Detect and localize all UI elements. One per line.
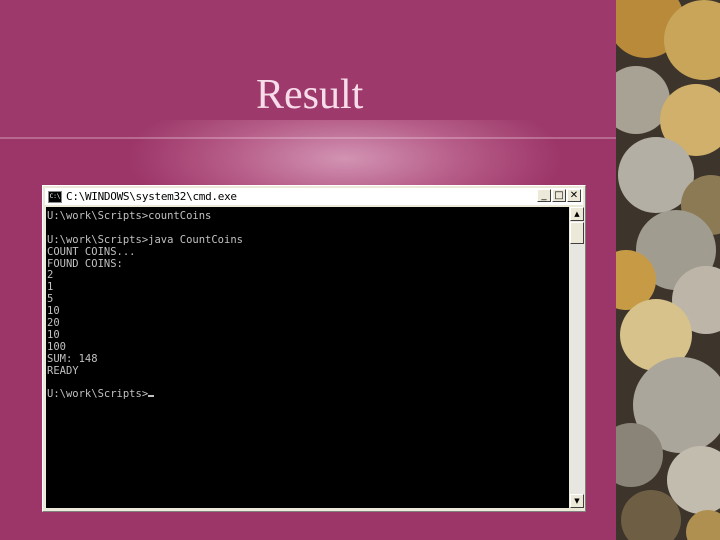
console-line: U:\work\Scripts> bbox=[47, 388, 569, 401]
console-line: U:\work\Scripts>java CountCoins bbox=[47, 233, 243, 246]
text-cursor bbox=[148, 395, 155, 398]
window-title: C:\WINDOWS\system32\cmd.exe bbox=[66, 190, 237, 203]
scroll-down-arrow-icon[interactable]: ▼ bbox=[570, 494, 584, 508]
coins-image bbox=[616, 0, 720, 540]
console-line: SUM: 148 bbox=[47, 352, 98, 365]
window-titlebar[interactable]: C:\ C:\WINDOWS\system32\cmd.exe _ □ ✕ bbox=[45, 188, 583, 205]
console-line: 10 bbox=[47, 305, 60, 318]
close-button[interactable]: ✕ bbox=[567, 189, 581, 202]
console-text: U:\work\Scripts>countCoins U:\work\Script… bbox=[46, 207, 569, 401]
console-line: U:\work\Scripts>countCoins bbox=[47, 210, 212, 222]
console-output[interactable]: U:\work\Scripts>countCoins U:\work\Script… bbox=[46, 207, 569, 508]
scrollbar-thumb[interactable] bbox=[570, 222, 584, 244]
console-line: 1 bbox=[47, 281, 54, 294]
console-line: 100 bbox=[47, 340, 66, 353]
console-line: FOUND COINS: bbox=[47, 257, 123, 270]
console-line: 10 bbox=[47, 328, 60, 341]
console-line: READY bbox=[47, 364, 79, 377]
console-line: 2 bbox=[47, 269, 54, 282]
vertical-scrollbar[interactable]: ▲ ▼ bbox=[570, 207, 584, 508]
maximize-button[interactable]: □ bbox=[552, 189, 566, 202]
window-controls: _ □ ✕ bbox=[537, 189, 581, 202]
cmd-window[interactable]: C:\ C:\WINDOWS\system32\cmd.exe _ □ ✕ U:… bbox=[42, 185, 586, 512]
cmd-icon[interactable]: C:\ bbox=[48, 190, 62, 203]
console-line: 20 bbox=[47, 317, 60, 330]
slide-title: Result bbox=[256, 72, 364, 118]
scroll-up-arrow-icon[interactable]: ▲ bbox=[570, 207, 584, 221]
console-line: COUNT COINS... bbox=[47, 245, 136, 258]
console-line: 5 bbox=[47, 293, 54, 306]
minimize-button[interactable]: _ bbox=[537, 189, 551, 202]
coin-photo bbox=[616, 0, 720, 540]
